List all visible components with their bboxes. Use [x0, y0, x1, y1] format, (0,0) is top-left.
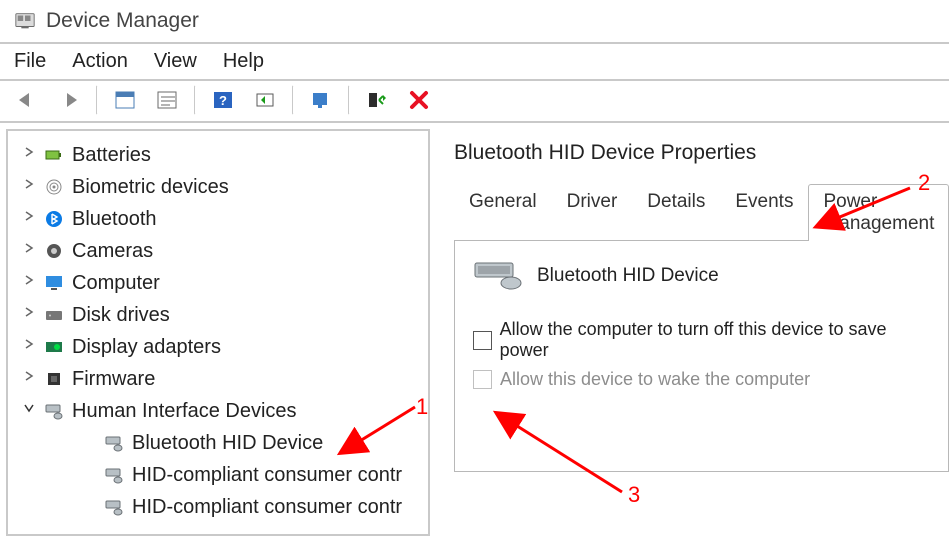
tree-item-hid-child[interactable]: HID-compliant consumer contr — [8, 459, 428, 491]
hid-icon — [104, 497, 124, 517]
tree-item-label: HID-compliant consumer contr — [132, 459, 402, 491]
toolbar: ? — [0, 79, 949, 123]
tab-power-management[interactable]: Power Management — [808, 184, 949, 241]
chevron-right-icon[interactable] — [22, 145, 36, 159]
chevron-right-icon[interactable] — [22, 305, 36, 319]
properties-panel: Bluetooth HID Device Properties General … — [430, 123, 949, 518]
checkbox-allow-turn-off-label: Allow the computer to turn off this devi… — [500, 319, 931, 361]
checkbox-allow-wake: Allow this device to wake the computer — [473, 369, 930, 390]
camera-icon — [44, 241, 64, 261]
tree-item-label: Firmware — [72, 363, 155, 395]
bluetooth-icon — [44, 209, 64, 229]
tree-item-hid-child[interactable]: HID-compliant consumer contr — [8, 491, 428, 523]
tree-item-label: Disk drives — [72, 299, 170, 331]
tree-item-label: HID-compliant consumer contr — [132, 491, 402, 523]
chevron-right-icon[interactable] — [22, 209, 36, 223]
device-name: Bluetooth HID Device — [537, 265, 719, 287]
tree-item-label: Cameras — [72, 235, 153, 267]
monitor-icon — [44, 273, 64, 293]
menu-action[interactable]: Action — [72, 50, 128, 73]
tree-item-hid[interactable]: Human Interface Devices — [8, 395, 428, 427]
tree-item-label: Batteries — [72, 139, 151, 171]
uninstall-device-button[interactable] — [348, 85, 396, 115]
chevron-right-icon[interactable] — [22, 177, 36, 191]
back-button[interactable] — [8, 85, 46, 115]
properties-button[interactable] — [148, 85, 186, 115]
window-title: Device Manager — [46, 9, 199, 33]
tree-item-label: Bluetooth — [72, 203, 157, 235]
tree-item[interactable]: Bluetooth — [8, 203, 428, 235]
chevron-right-icon[interactable] — [22, 273, 36, 287]
scan-hardware-button[interactable] — [246, 85, 284, 115]
tab-strip: General Driver Details Events Power Mana… — [454, 183, 949, 241]
chevron-right-icon[interactable] — [22, 369, 36, 383]
chevron-down-icon[interactable] — [22, 401, 36, 415]
tree-item[interactable]: Disk drives — [8, 299, 428, 331]
svg-text:?: ? — [219, 93, 227, 108]
tab-events[interactable]: Events — [720, 184, 808, 241]
tree-item-label: Biometric devices — [72, 171, 229, 203]
chip-icon — [44, 369, 64, 389]
forward-button[interactable] — [50, 85, 88, 115]
menu-file[interactable]: File — [14, 50, 46, 73]
update-driver-button[interactable] — [292, 85, 340, 115]
menu-help[interactable]: Help — [223, 50, 264, 73]
tab-driver[interactable]: Driver — [552, 184, 633, 241]
checkbox-box-icon — [473, 331, 492, 350]
tree-item[interactable]: Display adapters — [8, 331, 428, 363]
battery-icon — [44, 145, 64, 165]
tab-general[interactable]: General — [454, 184, 552, 241]
tab-details[interactable]: Details — [632, 184, 720, 241]
show-hidden-button[interactable] — [96, 85, 144, 115]
menu-bar: File Action View Help — [0, 44, 949, 79]
tree-item-label: Computer — [72, 267, 160, 299]
help-button[interactable]: ? — [194, 85, 242, 115]
checkbox-allow-turn-off[interactable]: Allow the computer to turn off this devi… — [473, 319, 930, 361]
disable-device-button[interactable] — [400, 85, 438, 115]
menu-view[interactable]: View — [154, 50, 197, 73]
hid-icon — [44, 401, 64, 421]
checkbox-box-icon — [473, 370, 492, 389]
tree-item[interactable]: Cameras — [8, 235, 428, 267]
tree-item[interactable]: Computer — [8, 267, 428, 299]
tree-item-label: Display adapters — [72, 331, 221, 363]
tree-item-hid-child[interactable]: Bluetooth HID Device — [8, 427, 428, 459]
tree-item[interactable]: Batteries — [8, 139, 428, 171]
device-manager-icon — [14, 10, 36, 32]
chevron-right-icon[interactable] — [22, 241, 36, 255]
keyboard-mouse-icon — [473, 261, 523, 291]
gpu-icon — [44, 337, 64, 357]
hid-icon — [104, 465, 124, 485]
tree-item-label: Human Interface Devices — [72, 395, 297, 427]
checkbox-allow-wake-label: Allow this device to wake the computer — [500, 369, 810, 390]
device-tree[interactable]: BatteriesBiometric devicesBluetoothCamer… — [6, 129, 430, 536]
tab-body: Bluetooth HID Device Allow the computer … — [454, 241, 949, 472]
title-bar: Device Manager — [0, 0, 949, 44]
fingerprint-icon — [44, 177, 64, 197]
hid-icon — [104, 433, 124, 453]
tree-item-label: Bluetooth HID Device — [132, 427, 323, 459]
tree-item[interactable]: Firmware — [8, 363, 428, 395]
tree-item[interactable]: Biometric devices — [8, 171, 428, 203]
properties-title: Bluetooth HID Device Properties — [454, 141, 949, 165]
chevron-right-icon[interactable] — [22, 337, 36, 351]
hdd-icon — [44, 305, 64, 325]
